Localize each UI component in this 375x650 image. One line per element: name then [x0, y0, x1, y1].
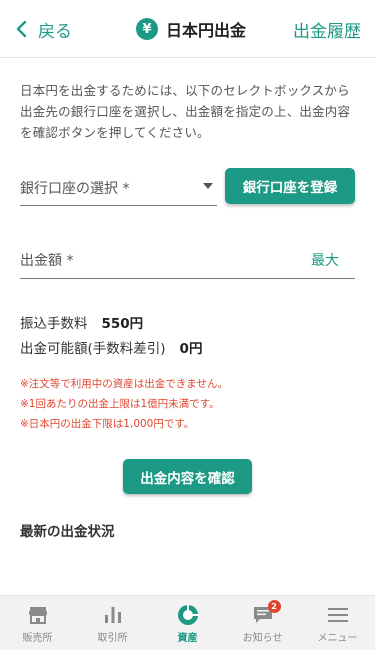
recent-withdrawal-title: 最新の出金状況	[20, 524, 115, 540]
back-label: 戻る	[38, 21, 72, 42]
page-title-group: ¥ 日本円出金	[136, 17, 246, 41]
warning-note: ※1回あたりの出金上限は1億円未満です。	[20, 398, 220, 410]
bottom-tab-bar: 販売所 取引所 資産 2 お知らせ メニュー	[0, 595, 375, 650]
available-amount-label: 出金可能額(手数料差引)	[20, 341, 166, 357]
back-button[interactable]: 戻る	[12, 16, 72, 42]
tab-assets[interactable]: 資産	[150, 596, 225, 650]
tab-notifications[interactable]: 2 お知らせ	[225, 596, 300, 650]
register-bank-account-button[interactable]: 銀行口座を登録	[225, 168, 355, 204]
instruction-text: 日本円を出金するためには、以下のセレクトボックスから 出金先の銀行口座を選択し、…	[20, 80, 360, 143]
tab-label: 取引所	[97, 633, 128, 644]
notification-badge: 2	[267, 600, 281, 613]
transfer-fee-row: 振込手数料 550円	[20, 312, 143, 332]
withdrawal-amount-input[interactable]: 出金額 * 最大	[20, 242, 355, 279]
chevron-left-icon	[16, 20, 27, 38]
hamburger-menu-icon	[327, 608, 348, 622]
tab-label: メニュー	[317, 633, 358, 644]
tab-label: 資産	[177, 633, 198, 644]
tab-store[interactable]: 販売所	[0, 596, 75, 650]
instruction-line: を確認ボタンを押してください。	[20, 125, 210, 140]
dropdown-caret-icon	[203, 183, 213, 189]
available-amount-value: 0円	[179, 341, 203, 357]
bank-account-select[interactable]: 銀行口座の選択 *	[20, 170, 217, 206]
tab-exchange[interactable]: 取引所	[75, 596, 150, 650]
max-amount-button[interactable]: 最大	[311, 250, 339, 270]
bar-chart-icon	[104, 607, 121, 623]
yen-icon: ¥	[136, 18, 158, 40]
transfer-fee-label: 振込手数料	[20, 316, 88, 332]
pie-chart-icon	[177, 604, 199, 625]
tab-label: お知らせ	[242, 633, 283, 644]
tab-menu[interactable]: メニュー	[300, 596, 375, 650]
withdrawal-history-link[interactable]: 出金履歴	[293, 17, 361, 42]
warning-notes: ※注文等で利用中の資産は出金できません。 ※1回あたりの出金上限は1億円未満です…	[20, 374, 360, 434]
withdrawal-amount-label: 出金額 *	[20, 253, 74, 269]
app-header: 戻る ¥ 日本円出金 出金履歴	[0, 0, 375, 58]
page-title: 日本円出金	[166, 21, 247, 40]
warning-note: ※注文等で利用中の資産は出金できません。	[20, 378, 228, 390]
store-icon	[28, 607, 47, 624]
instruction-line: 出金先の銀行口座を選択し、出金額を指定の上、出金内容	[20, 104, 351, 119]
confirm-withdrawal-button[interactable]: 出金内容を確認	[123, 459, 252, 494]
chat-bubble-icon-wrap: 2	[252, 600, 281, 626]
warning-note: ※日本円の出金下限は1,000円です。	[20, 418, 195, 430]
bank-account-select-label: 銀行口座の選択 *	[20, 181, 130, 197]
available-amount-row: 出金可能額(手数料差引) 0円	[20, 337, 202, 357]
tab-label: 販売所	[22, 633, 53, 644]
instruction-line: 日本円を出金するためには、以下のセレクトボックスから	[20, 83, 350, 98]
transfer-fee-value: 550円	[101, 316, 144, 332]
